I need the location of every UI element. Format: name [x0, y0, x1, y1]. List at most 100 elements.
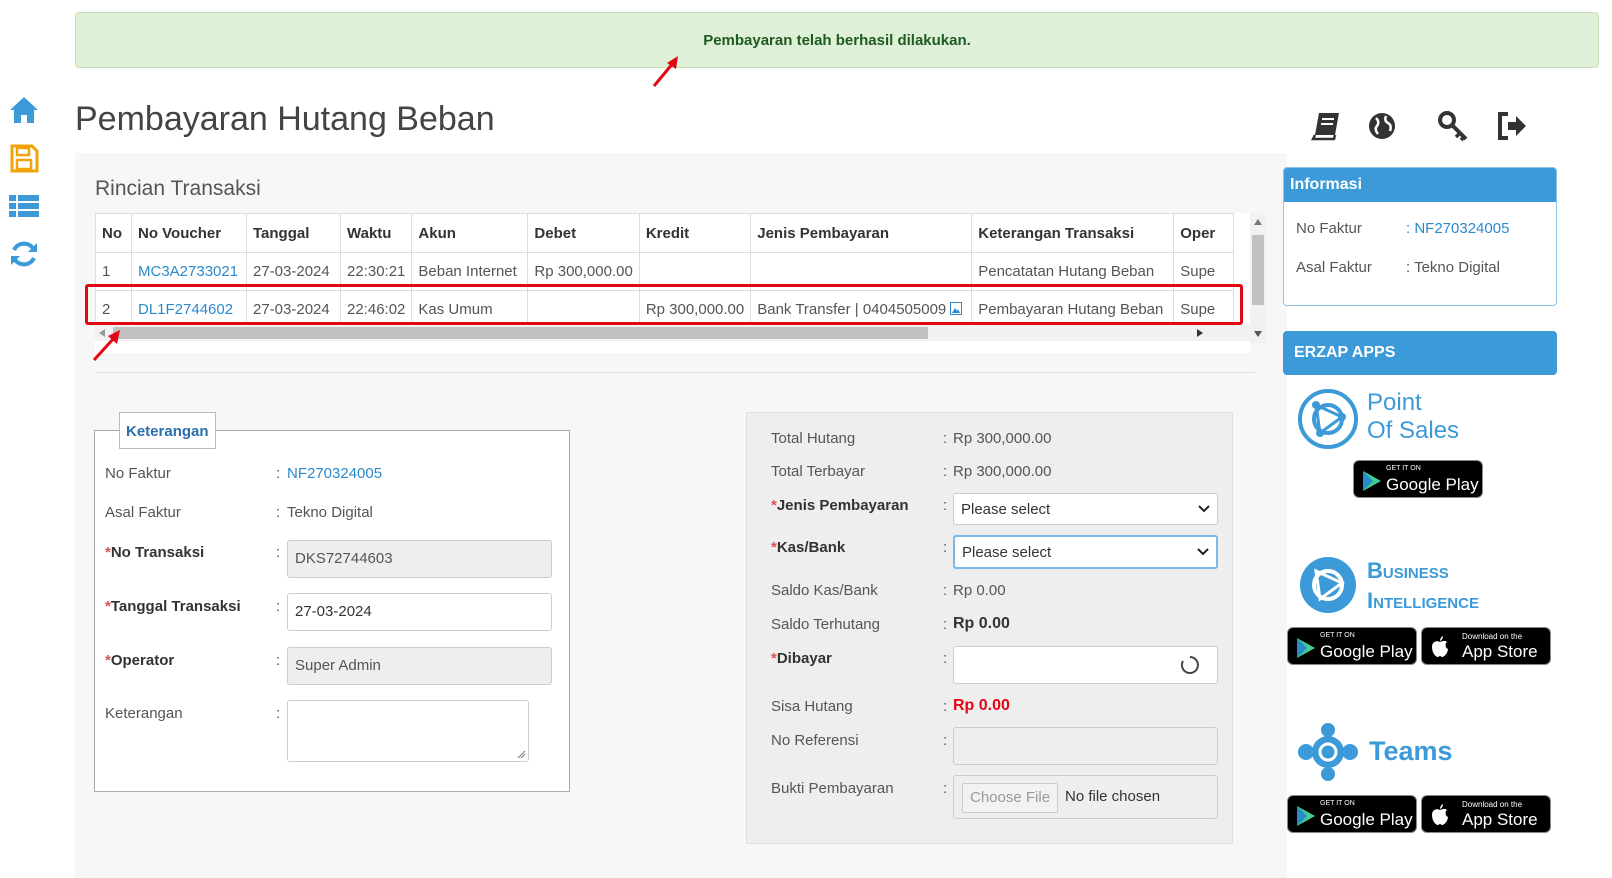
nav-list[interactable]: [0, 184, 48, 232]
bi-app-store-badge[interactable]: Download on the App Store: [1421, 627, 1551, 665]
fieldset-legend: Keterangan: [119, 412, 216, 449]
total-terbayar-value: Rp 300,000.00: [953, 463, 1052, 480]
teams-app-store-badge[interactable]: Download on the App Store: [1421, 795, 1551, 833]
no-referensi-input[interactable]: [953, 727, 1218, 765]
jenis-pembayaran-select[interactable]: Please select: [953, 493, 1218, 525]
save-icon: [10, 144, 39, 173]
col-header: Debet: [527, 213, 640, 253]
annotation-arrow: [652, 56, 678, 87]
total-terbayar-label: Total Terbayar: [771, 463, 865, 480]
table-horizontal-scrollbar[interactable]: [95, 325, 1250, 341]
col-header: Tanggal: [246, 213, 341, 253]
informasi-title: Informasi: [1284, 168, 1556, 202]
bi-title: Business Intelligence: [1367, 558, 1479, 613]
info-asal-faktur-value: : Tekno Digital: [1406, 259, 1500, 276]
pos-title: Point Of Sales: [1367, 389, 1460, 444]
bi-logo-icon: [1300, 557, 1356, 613]
key-icon[interactable]: [1437, 110, 1469, 142]
operator-label: *Operator: [105, 652, 175, 669]
section-title: Rincian Transaksi: [95, 177, 261, 200]
col-header: Oper: [1173, 213, 1235, 253]
no-faktur-link[interactable]: NF270324005: [287, 465, 382, 482]
colon: :: [943, 698, 948, 715]
tanggal-transaksi-input[interactable]: 27-03-2024: [287, 593, 552, 631]
logout-icon[interactable]: [1496, 110, 1528, 142]
bukti-pembayaran-label: Bukti Pembayaran: [771, 780, 894, 797]
nav-refresh[interactable]: [0, 232, 48, 280]
bi-google-play-badge[interactable]: GET IT ON Google Play: [1287, 627, 1417, 665]
refresh-icon: [11, 241, 37, 267]
colon: :: [943, 463, 948, 480]
voucher-link[interactable]: MC3A2733021: [138, 263, 238, 280]
annotation-arrow: [92, 330, 120, 362]
left-nav: [0, 88, 48, 280]
colon: :: [276, 465, 281, 482]
colon: :: [276, 544, 281, 561]
google-play-icon: [1297, 638, 1315, 658]
scroll-thumb[interactable]: [1252, 235, 1264, 305]
colon: :: [943, 650, 948, 667]
highlight-box: [85, 284, 1243, 325]
pos-google-play-badge[interactable]: GET IT ON Google Play: [1353, 460, 1483, 498]
scroll-up-icon[interactable]: [1254, 219, 1262, 225]
colon: :: [943, 582, 948, 599]
colon: :: [276, 652, 281, 669]
google-play-icon: [1297, 806, 1315, 826]
nav-save[interactable]: [0, 136, 48, 184]
scroll-thumb[interactable]: [113, 327, 928, 339]
colon: :: [943, 430, 948, 447]
no-transaksi-input[interactable]: DKS72744603: [287, 540, 552, 578]
colon: :: [943, 616, 948, 633]
choose-file-button[interactable]: Choose File: [962, 783, 1059, 813]
asal-faktur-value: Tekno Digital: [287, 504, 373, 521]
scroll-down-icon[interactable]: [1254, 331, 1262, 337]
col-header: Akun: [411, 213, 529, 253]
info-no-faktur-link[interactable]: : NF270324005: [1406, 220, 1509, 237]
bukti-file-input[interactable]: Choose File No file chosen: [953, 775, 1218, 819]
chevron-down-icon: [1198, 505, 1210, 513]
col-header: Jenis Pembayaran: [750, 213, 973, 253]
tanggal-transaksi-label: *Tanggal Transaksi: [105, 598, 241, 615]
scroll-right-icon[interactable]: [1197, 329, 1203, 337]
select-value: Please select: [962, 543, 1052, 561]
colon: :: [943, 780, 948, 797]
col-header: No: [95, 213, 132, 253]
book-icon[interactable]: [1310, 110, 1342, 142]
apps-header: ERZAP APPS: [1283, 331, 1557, 375]
success-alert: Pembayaran telah berhasil dilakukan.: [75, 12, 1599, 68]
alert-message: Pembayaran telah berhasil dilakukan.: [703, 32, 971, 49]
globe-icon[interactable]: [1366, 110, 1398, 142]
asal-faktur-label: Asal Faktur: [105, 504, 181, 521]
no-transaksi-label: *No Transaksi: [105, 544, 205, 561]
info-no-faktur-label: No Faktur: [1296, 220, 1362, 237]
google-play-icon: [1363, 471, 1381, 491]
keterangan-textarea[interactable]: [287, 700, 529, 762]
no-file-text: No file chosen: [1065, 788, 1161, 805]
nav-home[interactable]: [0, 88, 48, 136]
colon: :: [276, 504, 281, 521]
total-hutang-label: Total Hutang: [771, 430, 856, 447]
page-title: Pembayaran Hutang Beban: [75, 100, 495, 138]
col-header: Keterangan Transaksi: [971, 213, 1175, 253]
total-hutang-value: Rp 300,000.00: [953, 430, 1052, 447]
operator-input[interactable]: Super Admin: [287, 647, 552, 685]
col-header: Waktu: [339, 213, 413, 253]
saldo-terhutang-label: Saldo Terhutang: [771, 616, 880, 633]
table-vertical-scrollbar[interactable]: [1250, 213, 1266, 343]
teams-google-play-badge[interactable]: GET IT ON Google Play: [1287, 795, 1417, 833]
dibayar-input[interactable]: [953, 646, 1218, 684]
informasi-panel: Informasi No Faktur : NF270324005 Asal F…: [1283, 167, 1557, 306]
apple-icon: [1432, 636, 1448, 657]
resize-handle-icon[interactable]: [517, 750, 526, 759]
colon: :: [943, 539, 948, 556]
apple-icon: [1432, 804, 1448, 825]
col-header: Kredit: [638, 213, 752, 253]
list-icon: [9, 195, 39, 217]
kasbank-select[interactable]: Please select: [953, 535, 1218, 569]
saldo-terhutang-value: Rp 0.00: [953, 615, 1010, 632]
keterangan-label: Keterangan: [105, 705, 183, 722]
jenis-pembayaran-label: *Jenis Pembayaran: [771, 497, 909, 514]
teams-logo-icon: [1298, 723, 1358, 781]
no-faktur-label: No Faktur: [105, 465, 171, 482]
colon: :: [276, 598, 281, 615]
